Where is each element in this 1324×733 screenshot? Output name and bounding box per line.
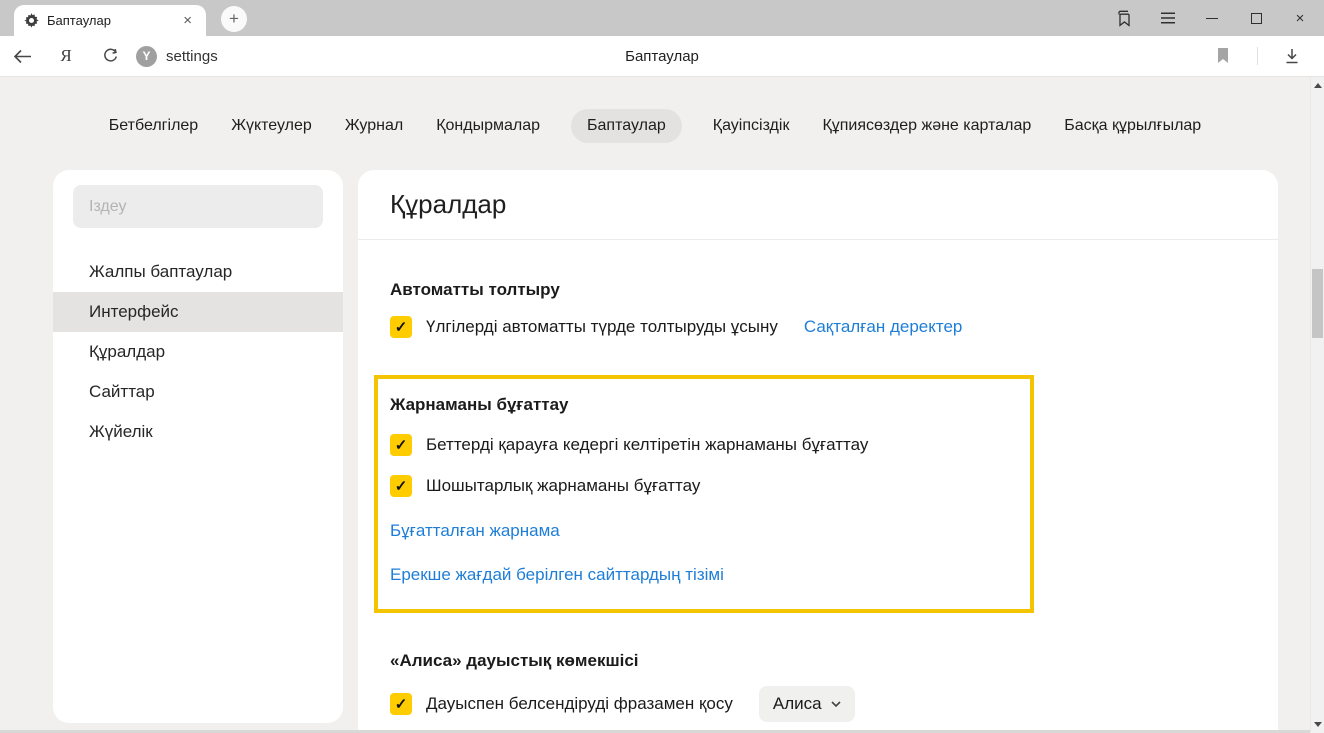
menu-hamburger-icon[interactable]: [1146, 0, 1190, 36]
autofill-checkbox-label: Үлгілерді автоматты түрде толтыруды ұсын…: [426, 317, 778, 337]
protect-badge-icon[interactable]: Y: [136, 46, 157, 67]
nav-tab-other-devices[interactable]: Басқа құрылғылар: [1062, 109, 1203, 143]
settings-main-panel: Құралдар Автоматты толтыру ✓ Үлгілерді а…: [358, 170, 1278, 733]
scrollbar-thumb[interactable]: [1312, 269, 1323, 338]
nav-tab-passwords[interactable]: Құпиясөздер және карталар: [820, 109, 1033, 143]
blocked-ads-link[interactable]: Бұғатталған жарнама: [390, 521, 560, 540]
autofill-checkbox[interactable]: ✓: [390, 316, 412, 338]
adblock-disruptive-checkbox[interactable]: ✓: [390, 434, 412, 456]
window-close-button[interactable]: ×: [1278, 0, 1322, 36]
exception-sites-link[interactable]: Ерекше жағдай берілген сайттардың тізімі: [390, 565, 724, 584]
saved-data-link[interactable]: Сақталған деректер: [804, 317, 963, 337]
bookmark-icon[interactable]: [1201, 36, 1245, 76]
nav-tab-extensions[interactable]: Қондырмалар: [434, 109, 542, 143]
alice-phrase-dropdown[interactable]: Алиса: [759, 686, 855, 722]
page-title: Құралдар: [358, 170, 1278, 240]
browser-tab-settings[interactable]: Баптаулар ×: [14, 5, 206, 36]
reload-button[interactable]: [88, 36, 132, 76]
nav-tab-settings[interactable]: Баптаулар: [571, 109, 682, 143]
chevron-down-icon: [831, 701, 841, 707]
sidebar-item-general[interactable]: Жалпы баптаулар: [53, 252, 343, 292]
nav-tab-security[interactable]: Қауіпсіздік: [711, 109, 792, 143]
gear-icon: [24, 13, 39, 28]
downloads-icon[interactable]: [1270, 36, 1314, 76]
browser-toolbar: Баптаулар Я Y settings: [0, 36, 1324, 77]
window-tab-strip: Баптаулар × + ×: [0, 0, 1324, 36]
alice-checkbox-label: Дауыспен белсендіруді фразамен қосу: [426, 694, 733, 714]
nav-tab-history[interactable]: Журнал: [343, 109, 405, 143]
url-text[interactable]: settings: [166, 48, 218, 65]
search-input[interactable]: [73, 185, 323, 228]
yandex-logo-icon[interactable]: Я: [44, 36, 88, 76]
autofill-heading: Автоматты толтыру: [390, 280, 1246, 300]
toolbar-separator: [1257, 47, 1258, 65]
adblock-shocking-label: Шошытарлық жарнаманы бұғаттау: [426, 476, 700, 496]
nav-tab-downloads[interactable]: Жүктеулер: [229, 109, 314, 143]
scrollbar-up-arrow-icon[interactable]: [1314, 83, 1322, 88]
window-minimize-button[interactable]: [1190, 0, 1234, 36]
sidebar-item-tools[interactable]: Құралдар: [53, 332, 343, 372]
adblock-disruptive-label: Беттерді қарауға кедергі келтіретін жарн…: [426, 435, 868, 455]
adblock-shocking-checkbox[interactable]: ✓: [390, 475, 412, 497]
nav-tab-bookmarks[interactable]: Бетбелгілер: [107, 109, 200, 143]
tab-close-icon[interactable]: ×: [179, 11, 196, 30]
window-maximize-button[interactable]: [1234, 0, 1278, 36]
tab-title: Баптаулар: [47, 13, 179, 28]
adblock-highlight-box: Жарнаманы бұғаттау ✓ Беттерді қарауға ке…: [374, 375, 1034, 613]
alice-heading: «Алиса» дауыстық көмекшісі: [390, 651, 1246, 671]
alice-voice-checkbox[interactable]: ✓: [390, 693, 412, 715]
adblock-heading: Жарнаманы бұғаттау: [390, 395, 1018, 415]
sidebar-item-system[interactable]: Жүйелік: [53, 412, 343, 452]
tab-panels-icon[interactable]: [1102, 0, 1146, 36]
back-button[interactable]: [0, 36, 44, 76]
settings-sidebar: Жалпы баптаулар Интерфейс Құралдар Сайтт…: [53, 170, 343, 723]
settings-nav-tabs: Бетбелгілер Жүктеулер Журнал Қондырмалар…: [0, 109, 1310, 143]
scrollbar-down-arrow-icon[interactable]: [1314, 722, 1322, 727]
sidebar-item-sites[interactable]: Сайттар: [53, 372, 343, 412]
sidebar-item-interface[interactable]: Интерфейс: [53, 292, 343, 332]
page-scrollbar[interactable]: [1310, 77, 1324, 733]
alice-dropdown-value: Алиса: [773, 694, 822, 714]
new-tab-button[interactable]: +: [221, 6, 247, 32]
